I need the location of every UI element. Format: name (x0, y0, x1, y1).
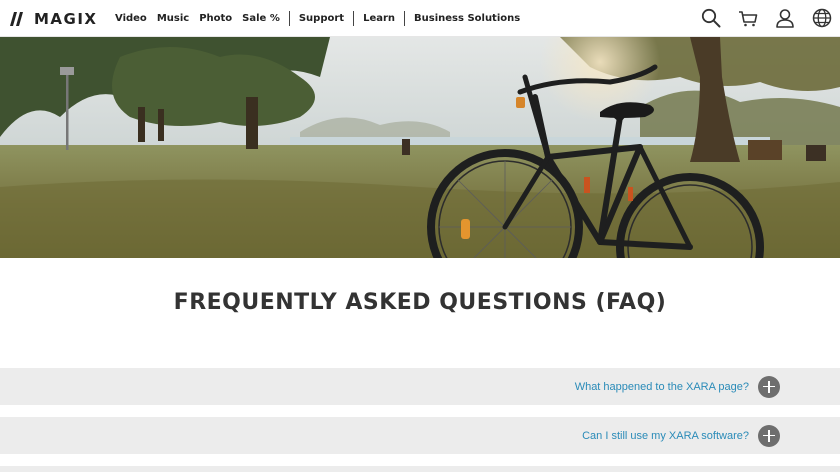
cart-icon[interactable] (738, 8, 758, 28)
nav-item-sale[interactable]: Sale % (237, 13, 285, 24)
nav-item-video[interactable]: Video (115, 13, 152, 24)
magix-logo-mark-icon (10, 11, 23, 26)
page-title: FREQUENTLY ASKED QUESTIONS (FAQ) (173, 290, 667, 315)
header-icon-group (701, 8, 832, 28)
globe-icon[interactable] (812, 8, 832, 28)
magix-logo[interactable]: MAGIX (10, 9, 98, 28)
user-icon[interactable] (775, 8, 795, 28)
expand-plus-icon[interactable] (758, 424, 780, 447)
faq-item[interactable]: What happened to the XARA page? (0, 368, 840, 405)
faq-item[interactable] (0, 466, 840, 472)
main-nav: Video Music Photo Sale % Support Learn B… (115, 0, 525, 37)
nav-divider (353, 11, 355, 26)
brand-name: MAGIX (34, 9, 98, 28)
nav-item-photo[interactable]: Photo (194, 13, 237, 24)
expand-plus-icon[interactable] (758, 375, 780, 398)
nav-divider (288, 11, 290, 26)
faq-question[interactable]: Can I still use my XARA software? (582, 430, 749, 442)
hero-image (0, 37, 840, 258)
nav-item-learn[interactable]: Learn (358, 13, 400, 24)
nav-item-business-solutions[interactable]: Business Solutions (409, 13, 525, 24)
nav-item-music[interactable]: Music (152, 13, 194, 24)
hero-bicycle-park-illustration (0, 37, 840, 258)
faq-question[interactable]: What happened to the XARA page? (575, 381, 749, 393)
search-icon[interactable] (701, 8, 721, 28)
faq-item[interactable]: Can I still use my XARA software? (0, 417, 840, 454)
nav-item-support[interactable]: Support (294, 13, 349, 24)
site-header: MAGIX Video Music Photo Sale % Support L… (0, 0, 840, 37)
nav-divider (404, 11, 406, 26)
